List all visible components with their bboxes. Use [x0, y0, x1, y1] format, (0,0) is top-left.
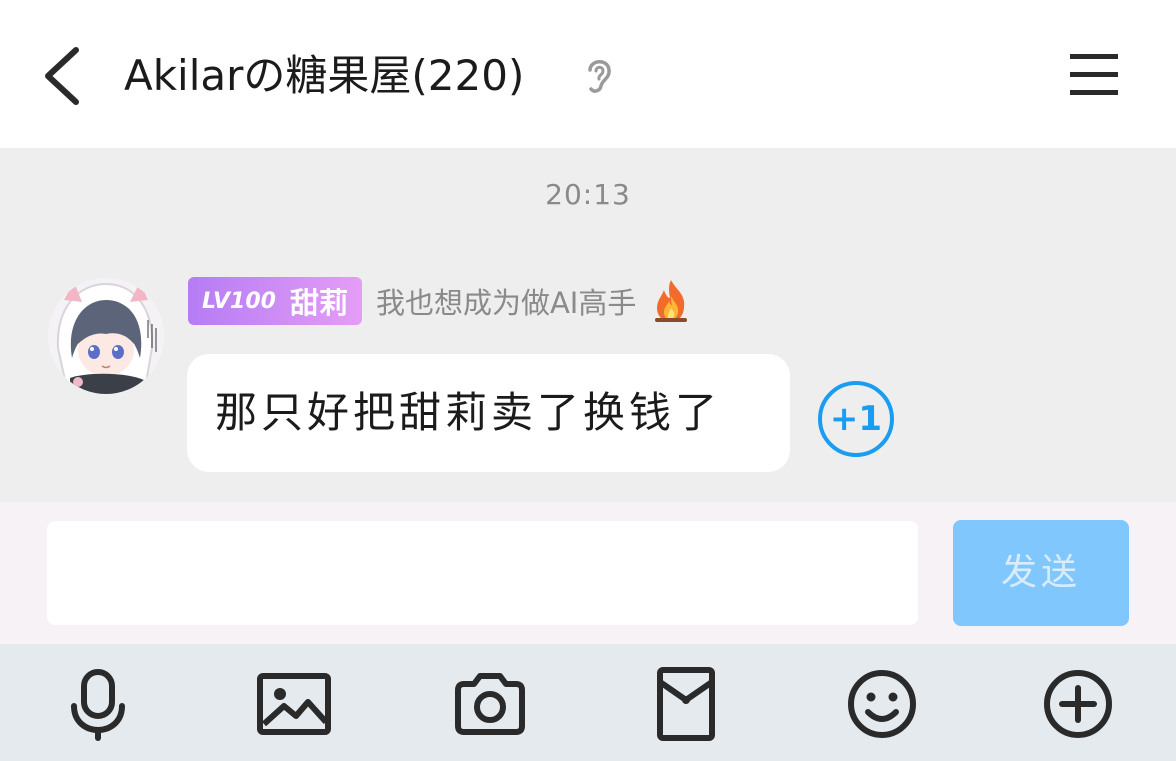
- sender-nickname: 甜莉: [289, 286, 348, 320]
- emoji-icon: [848, 670, 916, 738]
- microphone-icon: [71, 669, 125, 741]
- message-bubble[interactable]: 那只好把甜莉卖了换钱了: [187, 354, 790, 472]
- bottom-toolbar: [0, 644, 1176, 761]
- sender-meta: LV100 甜莉 我也想成为做AI高手: [188, 277, 692, 325]
- camera-button[interactable]: [452, 666, 528, 742]
- message-list[interactable]: 20:13 LV100 甜莉 我也想成为做AI高手 那只好把甜莉卖了换钱了 +1: [0, 148, 1176, 502]
- red-packet-button[interactable]: [648, 666, 724, 742]
- top-bar: Akilarの糖果屋(220): [0, 0, 1176, 148]
- avatar[interactable]: [48, 278, 164, 394]
- chat-screen: Akilarの糖果屋(220) 20:13 LV100 甜莉 我也想成为做AI高…: [0, 0, 1176, 761]
- emoji-button[interactable]: [844, 666, 920, 742]
- voice-button[interactable]: [60, 666, 136, 742]
- anime-avatar-image: [48, 278, 164, 394]
- sender-signature: 我也想成为做AI高手: [375, 286, 637, 320]
- plus-one-button[interactable]: +1: [818, 381, 894, 457]
- hamburger-menu-icon: [1070, 54, 1118, 95]
- fire-icon: [655, 280, 688, 322]
- image-button[interactable]: [256, 666, 332, 742]
- send-button[interactable]: 发送: [953, 520, 1129, 626]
- camera-icon: [455, 673, 525, 735]
- ear-icon[interactable]: [578, 54, 618, 96]
- chat-title: Akilarの糖果屋(220): [124, 51, 525, 100]
- back-button[interactable]: [30, 36, 100, 116]
- more-button[interactable]: [1040, 666, 1116, 742]
- back-arrow-icon: [45, 47, 79, 105]
- level-badge[interactable]: LV100 甜莉: [188, 277, 362, 325]
- message-input[interactable]: [47, 521, 918, 625]
- red-packet-icon: [657, 667, 715, 741]
- plus-icon: [1044, 670, 1112, 738]
- input-bar: 发送: [0, 502, 1176, 644]
- level-text: LV100: [202, 288, 276, 314]
- image-icon: [257, 673, 331, 735]
- message-timestamp: 20:13: [545, 178, 631, 211]
- menu-button[interactable]: [1062, 44, 1126, 104]
